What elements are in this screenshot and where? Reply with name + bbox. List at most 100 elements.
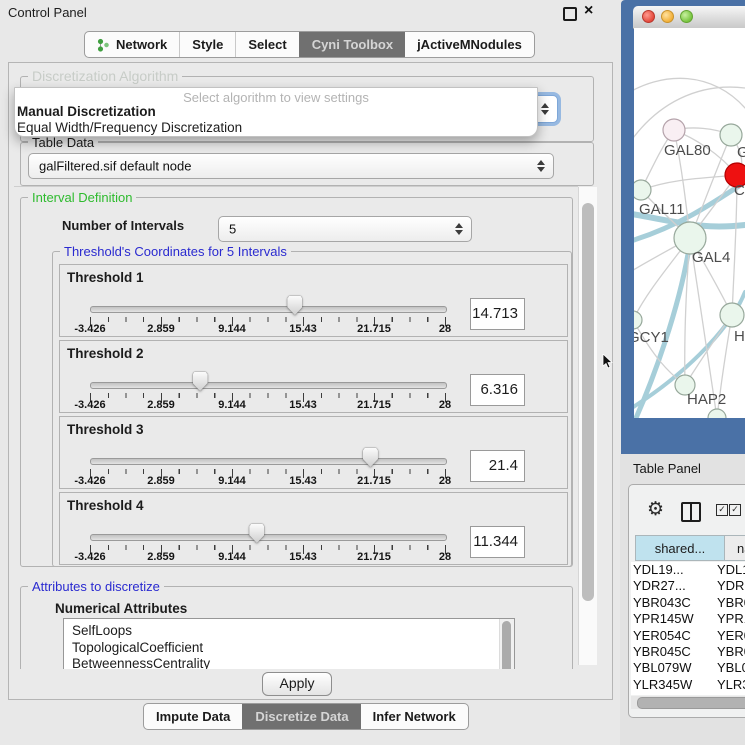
table-cell: YLR345W <box>631 677 717 693</box>
table-row[interactable]: YBR043CYBR0 <box>631 595 745 611</box>
attribute-list-item[interactable]: BetweennessCentrality <box>64 656 514 669</box>
network-node-label: GAL4 <box>692 249 730 266</box>
threshold-label: Threshold 1 <box>67 270 144 285</box>
threshold-panel: Threshold 4 11.344 -3.4262.8599.14415.43… <box>59 492 568 565</box>
threshold-value-field[interactable]: 11.344 <box>470 526 525 558</box>
attributes-scrollbar[interactable] <box>499 619 514 669</box>
table-row[interactable]: YBR045CYBR0 <box>631 644 745 660</box>
algorithm-option-manual[interactable]: Manual Discretization <box>17 104 156 119</box>
checkbox-icon[interactable]: ✓ <box>716 504 728 516</box>
network-window-titlebar[interactable] <box>633 6 745 29</box>
algorithm-option-equal-width[interactable]: Equal Width/Frequency Discretization <box>17 120 242 135</box>
attributes-group-title: Attributes to discretize <box>28 579 164 594</box>
settings-scrollbar[interactable] <box>578 187 597 665</box>
table-cell: YIL0 <box>717 693 745 695</box>
threshold-slider-thumb[interactable] <box>249 524 264 543</box>
tab-discretize-data[interactable]: Discretize Data <box>242 704 360 729</box>
network-edge[interactable] <box>634 78 745 108</box>
table-row[interactable]: YPR145WYPR1 <box>631 611 745 627</box>
minimize-window-icon[interactable] <box>661 10 674 23</box>
table-data-combobox[interactable]: galFiltered.sif default node <box>28 153 554 179</box>
slider-tick-label: 2.859 <box>131 476 191 487</box>
slider-tick-label: 28 <box>415 552 475 563</box>
threshold-slider-track[interactable] <box>90 458 447 465</box>
apply-button[interactable]: Apply <box>262 672 332 696</box>
threshold-slider-track[interactable] <box>90 534 447 541</box>
table-hscrollbar-thumb[interactable] <box>637 697 745 709</box>
table-cell: YDR2 <box>717 578 745 594</box>
algorithm-dropdown-popup: Select algorithm to view settings Manual… <box>14 87 538 137</box>
threshold-slider-thumb[interactable] <box>363 448 378 467</box>
column-header-name[interactable]: na <box>725 535 745 561</box>
table-cell: YBR0 <box>717 644 745 660</box>
threshold-slider-thumb[interactable] <box>287 296 302 315</box>
table-cell: YBL079W <box>631 660 717 676</box>
table-row[interactable]: YDL19...YDL1 <box>631 562 745 578</box>
threshold-value-field[interactable]: 14.713 <box>470 298 525 330</box>
settings-scrollbar-thumb[interactable] <box>582 203 594 601</box>
threshold-slider-track[interactable] <box>90 306 447 313</box>
slider-tick-label: 9.144 <box>202 552 262 563</box>
threshold-label: Threshold 3 <box>67 422 144 437</box>
network-node[interactable] <box>663 119 685 141</box>
table-data-combobox-value: galFiltered.sif default node <box>39 159 191 174</box>
close-icon[interactable]: × <box>584 2 593 20</box>
table-row[interactable]: YLR345WYLR3 <box>631 677 745 693</box>
number-of-intervals-combobox[interactable]: 5 <box>218 216 472 242</box>
threshold-value-field[interactable]: 21.4 <box>470 450 525 482</box>
tab-impute-data[interactable]: Impute Data <box>144 704 242 729</box>
network-node[interactable] <box>708 409 726 418</box>
tab-jactivemnodules[interactable]: jActiveMNodules <box>405 32 534 57</box>
tab-select[interactable]: Select <box>235 32 298 57</box>
table-row[interactable]: YBL079WYBL0 <box>631 660 745 676</box>
table-row[interactable]: YER054CYER0 <box>631 628 745 644</box>
table-cell: YPR145W <box>631 611 717 627</box>
mouse-cursor <box>602 354 614 370</box>
numerical-attributes-list[interactable]: SelfLoopsTopologicalCoefficientBetweenne… <box>63 618 515 669</box>
slider-tick-label: 2.859 <box>131 400 191 411</box>
threshold-value-field[interactable]: 6.316 <box>470 374 525 406</box>
network-node[interactable] <box>634 311 642 329</box>
threshold-panel: Threshold 2 6.316 -3.4262.8599.14415.432… <box>59 340 568 413</box>
threshold-slider-track[interactable] <box>90 382 447 389</box>
float-window-icon[interactable] <box>563 7 577 21</box>
network-canvas[interactable]: GAL80GACGAL11GAL4GCY1HHAP2 <box>634 28 745 418</box>
tab-network[interactable]: Network <box>85 32 179 57</box>
table-row[interactable]: YIL052CYIL0 <box>631 693 745 695</box>
table-row[interactable]: YDR27...YDR2 <box>631 578 745 594</box>
network-edge[interactable] <box>641 175 737 190</box>
network-node-label: HAP2 <box>687 391 726 408</box>
number-of-intervals-value: 5 <box>229 222 236 237</box>
network-node[interactable] <box>720 303 744 327</box>
table-hscrollbar[interactable] <box>631 696 745 709</box>
network-node-label: GAL80 <box>664 142 711 159</box>
tab-infer-network[interactable]: Infer Network <box>361 704 468 729</box>
table-cell: YBR045C <box>631 644 717 660</box>
node-table[interactable]: YDL19...YDL1YDR27...YDR2YBR043CYBR0YPR14… <box>631 562 745 695</box>
slider-tick-label: 21.715 <box>344 476 404 487</box>
attribute-list-item[interactable]: TopologicalCoefficient <box>64 640 514 657</box>
attributes-scrollbar-thumb[interactable] <box>502 621 511 669</box>
network-node[interactable] <box>634 180 651 200</box>
attribute-list-item[interactable]: SelfLoops <box>64 623 514 640</box>
network-icon <box>97 38 110 52</box>
slider-tick-label: -3.426 <box>60 324 120 335</box>
network-node-label: GCY1 <box>634 329 669 346</box>
settings-scroll-area: Interval Definition Number of Intervals … <box>14 186 578 669</box>
checkbox-icon[interactable]: ✓ <box>729 504 741 516</box>
gear-icon[interactable]: ⚙ <box>647 498 664 520</box>
tab-cyni-toolbox[interactable]: Cyni Toolbox <box>299 32 405 57</box>
slider-tick-label: -3.426 <box>60 476 120 487</box>
close-window-icon[interactable] <box>642 10 655 23</box>
network-node[interactable] <box>720 124 742 146</box>
tab-style[interactable]: Style <box>179 32 235 57</box>
table-cell: YDL19... <box>631 562 717 578</box>
column-header-shared[interactable]: shared... <box>635 535 725 561</box>
network-node-label: C <box>734 182 745 199</box>
network-edge[interactable] <box>685 315 732 385</box>
threshold-slider-thumb[interactable] <box>193 372 208 391</box>
tab-label: Infer Network <box>373 709 456 724</box>
column-layout-icon[interactable] <box>681 502 701 522</box>
zoom-window-icon[interactable] <box>680 10 693 23</box>
slider-tick-label: 28 <box>415 400 475 411</box>
